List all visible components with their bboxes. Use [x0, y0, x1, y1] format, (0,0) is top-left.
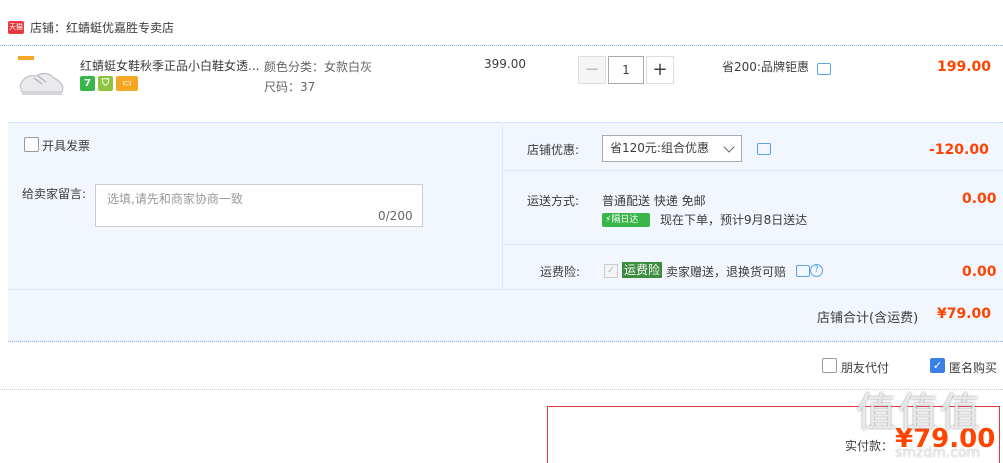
next-day-badge: ⚡隔日达 [602, 213, 650, 227]
panel-divider [502, 122, 503, 289]
chat-icon[interactable] [817, 63, 831, 75]
insurance-label: 运费险: [540, 265, 581, 279]
row-divider [503, 170, 1003, 171]
insurance-checkbox: ✓ [604, 264, 618, 278]
sku-color: 颜色分类：女款白灰 [264, 60, 373, 74]
store-total-label: 店铺合计(含运费) [817, 311, 919, 326]
insurance-desc: 卖家赠送，退换货可赔 [666, 265, 787, 279]
shopping-bag-icon[interactable]: ⛉ [98, 76, 113, 91]
item-title[interactable]: 红蜻蜓女鞋秋季正品小白鞋女透... [80, 57, 260, 74]
payment-label: 实付款： [845, 439, 894, 453]
seven-day-return-icon[interactable]: 7 [80, 76, 95, 91]
invoice-label[interactable]: 开具发票 [42, 137, 90, 154]
shipping-amount: 0.00 [962, 191, 997, 207]
invoice-checkbox[interactable] [24, 137, 39, 152]
section-divider [0, 389, 1003, 390]
promo-label: 省200:品牌钜惠 [722, 60, 809, 74]
row-divider [503, 244, 1003, 245]
product-image[interactable] [16, 56, 66, 100]
chevron-down-icon [723, 141, 735, 153]
message-label: 给卖家留言: [22, 187, 87, 201]
store-discount-value: 省120元:组合优惠 [610, 141, 709, 155]
store-discount-label: 店铺优惠: [527, 143, 580, 157]
shipping-eta: 现在下单，预计9月8日送达 [660, 213, 808, 227]
store-total-value: ¥79.00 [937, 306, 992, 322]
quantity-input[interactable]: 1 [608, 56, 644, 84]
watermark-logo: 值值值 [856, 390, 982, 436]
friend-pay-checkbox[interactable] [822, 358, 837, 373]
store-discount-select[interactable]: 省120元:组合优惠 [602, 135, 742, 162]
anonymous-checkbox[interactable]: ✓ [930, 358, 945, 373]
quantity-stepper: − 1 + [578, 56, 674, 84]
shop-title[interactable]: 红蜻蜓优嘉胜专卖店 [66, 21, 174, 35]
next-day-label: 隔日达 [611, 215, 639, 225]
help-icon[interactable]: ? [810, 264, 823, 277]
item-subtotal: 199.00 [937, 59, 992, 75]
unit-price: 399.00 [484, 57, 526, 71]
chat-icon[interactable] [796, 265, 810, 277]
service-badges: 7 ⛉ ▭ [80, 76, 138, 91]
quantity-decrease-button[interactable]: − [578, 56, 606, 84]
message-counter: 0/200 [378, 209, 413, 223]
tmall-badge-icon: 天猫 [8, 21, 24, 34]
message-placeholder: 选填,请先和商家协商一致 [107, 192, 243, 206]
item-promo: 省200:品牌钜惠 [722, 58, 809, 75]
insurance-tag: 运费险 [622, 262, 663, 278]
chat-icon[interactable] [757, 143, 771, 155]
insurance-amount: 0.00 [962, 264, 997, 280]
anonymous-label[interactable]: 匿名购买 [949, 359, 997, 376]
credit-card-icon[interactable]: ▭ [116, 76, 138, 91]
friend-pay-label[interactable]: 朋友代付 [841, 359, 889, 376]
shipping-label: 运送方式: [527, 194, 580, 208]
store-discount-amount: -120.00 [929, 142, 989, 158]
sku-size: 尺码：37 [264, 80, 316, 94]
shipping-method: 普通配送 快递 免邮 [602, 194, 706, 208]
shop-name[interactable]: 店铺：红蜻蜓优嘉胜专卖店 [30, 19, 174, 36]
watermark-url: smzdm.com [895, 445, 981, 461]
row-divider [8, 289, 1003, 290]
shop-prefix: 店铺： [30, 21, 67, 35]
quantity-increase-button[interactable]: + [646, 56, 674, 84]
